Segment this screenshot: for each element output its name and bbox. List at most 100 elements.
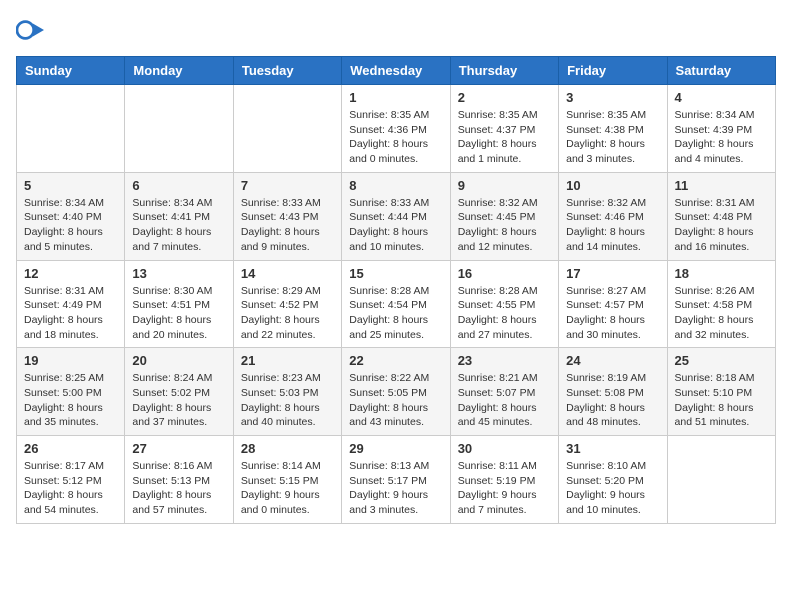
day-number: 27	[132, 441, 225, 456]
calendar-day-header: Thursday	[450, 57, 558, 85]
day-info: Sunrise: 8:14 AM Sunset: 5:15 PM Dayligh…	[241, 459, 334, 518]
day-info: Sunrise: 8:30 AM Sunset: 4:51 PM Dayligh…	[132, 284, 225, 343]
calendar-cell: 14Sunrise: 8:29 AM Sunset: 4:52 PM Dayli…	[233, 260, 341, 348]
calendar-cell: 28 Sunrise: 8:14 AM Sunset: 5:15 PM Dayli…	[233, 436, 341, 524]
day-info: Sunrise: 8:29 AM Sunset: 4:52 PM Dayligh…	[241, 284, 334, 343]
logo-icon	[16, 16, 44, 44]
day-info: Sunrise: 8:35 AM Sunset: 4:37 PM Dayligh…	[458, 108, 551, 167]
calendar-day-header: Monday	[125, 57, 233, 85]
day-number: 8	[349, 178, 442, 193]
day-number: 18	[675, 266, 768, 281]
calendar-cell: 15 Sunrise: 8:28 AM Sunset: 4:54 PM Dayli…	[342, 260, 450, 348]
calendar-cell: 27 Sunrise: 8:16 AM Sunset: 5:13 PM Dayli…	[125, 436, 233, 524]
day-info: Sunrise: 8:22 AM Sunset: 5:05 PM Dayligh…	[349, 371, 442, 430]
day-number: 21	[241, 353, 334, 368]
day-info: Sunrise: 8:31 AM Sunset: 4:48 PM Dayligh…	[675, 196, 768, 255]
day-info: Sunrise: 8:34 AM Sunset: 4:39 PM Dayligh…	[675, 108, 768, 167]
calendar-cell	[233, 85, 341, 173]
day-number: 15	[349, 266, 442, 281]
day-number: 4	[675, 90, 768, 105]
calendar-cell: 17 Sunrise: 8:27 AM Sunset: 4:57 PM Dayli…	[559, 260, 667, 348]
calendar-cell: 23Sunrise: 8:21 AM Sunset: 5:07 PM Dayli…	[450, 348, 558, 436]
day-number: 1	[349, 90, 442, 105]
calendar-week-row: 1 Sunrise: 8:35 AM Sunset: 4:36 PM Daylig…	[17, 85, 776, 173]
calendar-cell: 5 Sunrise: 8:34 AM Sunset: 4:40 PM Daylig…	[17, 172, 125, 260]
calendar-cell: 8 Sunrise: 8:33 AM Sunset: 4:44 PM Daylig…	[342, 172, 450, 260]
day-info: Sunrise: 8:13 AM Sunset: 5:17 PM Dayligh…	[349, 459, 442, 518]
day-info: Sunrise: 8:33 AM Sunset: 4:43 PM Dayligh…	[241, 196, 334, 255]
day-number: 5	[24, 178, 117, 193]
calendar-cell: 30Sunrise: 8:11 AM Sunset: 5:19 PM Dayli…	[450, 436, 558, 524]
day-number: 26	[24, 441, 117, 456]
day-info: Sunrise: 8:34 AM Sunset: 4:41 PM Dayligh…	[132, 196, 225, 255]
calendar-week-row: 19Sunrise: 8:25 AM Sunset: 5:00 PM Dayli…	[17, 348, 776, 436]
calendar-cell: 7Sunrise: 8:33 AM Sunset: 4:43 PM Daylig…	[233, 172, 341, 260]
day-info: Sunrise: 8:26 AM Sunset: 4:58 PM Dayligh…	[675, 284, 768, 343]
calendar-cell: 12 Sunrise: 8:31 AM Sunset: 4:49 PM Dayli…	[17, 260, 125, 348]
calendar-cell: 22 Sunrise: 8:22 AM Sunset: 5:05 PM Dayli…	[342, 348, 450, 436]
day-info: Sunrise: 8:17 AM Sunset: 5:12 PM Dayligh…	[24, 459, 117, 518]
day-info: Sunrise: 8:31 AM Sunset: 4:49 PM Dayligh…	[24, 284, 117, 343]
calendar-cell: 6 Sunrise: 8:34 AM Sunset: 4:41 PM Daylig…	[125, 172, 233, 260]
day-number: 16	[458, 266, 551, 281]
day-number: 31	[566, 441, 659, 456]
day-number: 23	[458, 353, 551, 368]
calendar-cell: 26 Sunrise: 8:17 AM Sunset: 5:12 PM Dayli…	[17, 436, 125, 524]
day-number: 20	[132, 353, 225, 368]
day-info: Sunrise: 8:24 AM Sunset: 5:02 PM Dayligh…	[132, 371, 225, 430]
day-info: Sunrise: 8:19 AM Sunset: 5:08 PM Dayligh…	[566, 371, 659, 430]
calendar-cell: 1 Sunrise: 8:35 AM Sunset: 4:36 PM Daylig…	[342, 85, 450, 173]
calendar-cell: 21 Sunrise: 8:23 AM Sunset: 5:03 PM Dayli…	[233, 348, 341, 436]
calendar-cell: 11Sunrise: 8:31 AM Sunset: 4:48 PM Dayli…	[667, 172, 775, 260]
day-number: 6	[132, 178, 225, 193]
day-info: Sunrise: 8:28 AM Sunset: 4:55 PM Dayligh…	[458, 284, 551, 343]
logo	[16, 16, 46, 44]
day-info: Sunrise: 8:11 AM Sunset: 5:19 PM Dayligh…	[458, 459, 551, 518]
calendar-cell: 18 Sunrise: 8:26 AM Sunset: 4:58 PM Dayli…	[667, 260, 775, 348]
day-number: 12	[24, 266, 117, 281]
calendar-cell: 31Sunrise: 8:10 AM Sunset: 5:20 PM Dayli…	[559, 436, 667, 524]
calendar-day-header: Friday	[559, 57, 667, 85]
day-info: Sunrise: 8:35 AM Sunset: 4:38 PM Dayligh…	[566, 108, 659, 167]
calendar-week-row: 26 Sunrise: 8:17 AM Sunset: 5:12 PM Dayli…	[17, 436, 776, 524]
calendar-cell: 16 Sunrise: 8:28 AM Sunset: 4:55 PM Dayli…	[450, 260, 558, 348]
day-info: Sunrise: 8:23 AM Sunset: 5:03 PM Dayligh…	[241, 371, 334, 430]
day-info: Sunrise: 8:35 AM Sunset: 4:36 PM Dayligh…	[349, 108, 442, 167]
calendar-week-row: 5 Sunrise: 8:34 AM Sunset: 4:40 PM Daylig…	[17, 172, 776, 260]
day-number: 28	[241, 441, 334, 456]
day-number: 3	[566, 90, 659, 105]
calendar-day-header: Tuesday	[233, 57, 341, 85]
day-number: 9	[458, 178, 551, 193]
calendar-cell: 10Sunrise: 8:32 AM Sunset: 4:46 PM Dayli…	[559, 172, 667, 260]
day-number: 17	[566, 266, 659, 281]
calendar-cell: 25Sunrise: 8:18 AM Sunset: 5:10 PM Dayli…	[667, 348, 775, 436]
calendar-table: SundayMondayTuesdayWednesdayThursdayFrid…	[16, 56, 776, 524]
calendar-cell: 9 Sunrise: 8:32 AM Sunset: 4:45 PM Daylig…	[450, 172, 558, 260]
calendar-cell	[125, 85, 233, 173]
calendar-cell: 2Sunrise: 8:35 AM Sunset: 4:37 PM Daylig…	[450, 85, 558, 173]
calendar-day-header: Saturday	[667, 57, 775, 85]
day-number: 22	[349, 353, 442, 368]
day-info: Sunrise: 8:34 AM Sunset: 4:40 PM Dayligh…	[24, 196, 117, 255]
page-header	[16, 16, 776, 44]
calendar-day-header: Sunday	[17, 57, 125, 85]
day-info: Sunrise: 8:33 AM Sunset: 4:44 PM Dayligh…	[349, 196, 442, 255]
calendar-cell: 3 Sunrise: 8:35 AM Sunset: 4:38 PM Daylig…	[559, 85, 667, 173]
day-info: Sunrise: 8:16 AM Sunset: 5:13 PM Dayligh…	[132, 459, 225, 518]
calendar-cell: 19Sunrise: 8:25 AM Sunset: 5:00 PM Dayli…	[17, 348, 125, 436]
day-number: 13	[132, 266, 225, 281]
day-number: 19	[24, 353, 117, 368]
calendar-cell: 20 Sunrise: 8:24 AM Sunset: 5:02 PM Dayli…	[125, 348, 233, 436]
day-info: Sunrise: 8:27 AM Sunset: 4:57 PM Dayligh…	[566, 284, 659, 343]
day-number: 10	[566, 178, 659, 193]
day-number: 24	[566, 353, 659, 368]
calendar-cell: 13 Sunrise: 8:30 AM Sunset: 4:51 PM Dayli…	[125, 260, 233, 348]
calendar-week-row: 12 Sunrise: 8:31 AM Sunset: 4:49 PM Dayli…	[17, 260, 776, 348]
day-number: 25	[675, 353, 768, 368]
calendar-cell: 29 Sunrise: 8:13 AM Sunset: 5:17 PM Dayli…	[342, 436, 450, 524]
calendar-cell	[667, 436, 775, 524]
day-info: Sunrise: 8:28 AM Sunset: 4:54 PM Dayligh…	[349, 284, 442, 343]
day-number: 29	[349, 441, 442, 456]
day-info: Sunrise: 8:32 AM Sunset: 4:45 PM Dayligh…	[458, 196, 551, 255]
calendar-cell	[17, 85, 125, 173]
